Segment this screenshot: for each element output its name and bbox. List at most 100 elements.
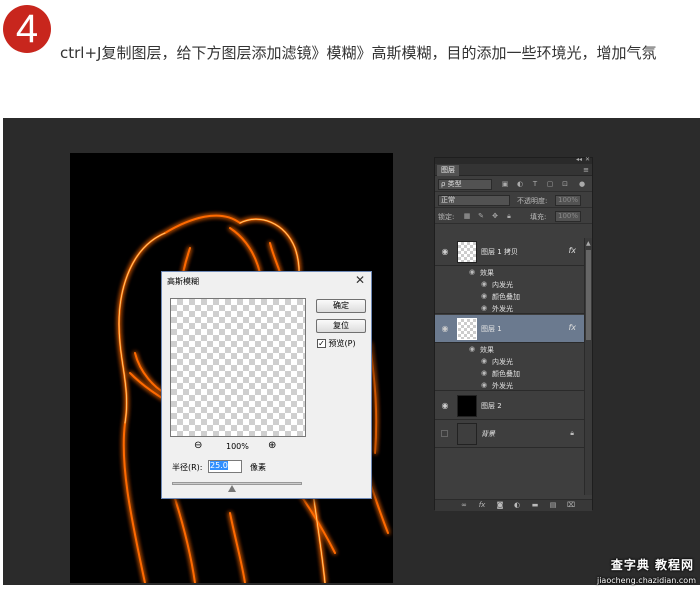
fx-icon[interactable]: fx bbox=[568, 246, 576, 255]
gaussian-blur-dialog: 高斯模糊 ✕ ⊖ 100% ⊕ 确定 复位 ✓ 预览(P) 半径(R): 25.… bbox=[161, 271, 372, 499]
close-icon[interactable]: ✕ bbox=[353, 273, 367, 287]
fx-icon[interactable]: fx bbox=[477, 501, 487, 509]
layers-panel: ◂◂ ✕ 图层 ≡ ρ 类型 ▣ ◐ T ▢ ⊡ ● 正常 不透明度: 100% bbox=[434, 156, 593, 511]
radius-unit: 像素 bbox=[250, 463, 266, 472]
layer-row[interactable]: ◉ 图层 2 bbox=[435, 392, 584, 420]
adjustment-filter-icon[interactable]: ◐ bbox=[516, 180, 524, 188]
scroll-up-icon[interactable]: ▲ bbox=[586, 240, 591, 247]
zoom-controls: ⊖ 100% ⊕ bbox=[194, 440, 284, 454]
fill-input[interactable]: 100% bbox=[555, 211, 581, 222]
layer-name: 图层 1 拷贝 bbox=[481, 248, 518, 256]
step-number-badge: 4 bbox=[3, 5, 51, 53]
eye-icon[interactable]: ◉ bbox=[481, 304, 487, 312]
collapse-icon[interactable]: ◂◂ bbox=[576, 156, 582, 163]
effects-header-row[interactable]: ◉ 效果 bbox=[435, 343, 584, 355]
watermark-url: jiaocheng.chazidian.com bbox=[596, 576, 696, 585]
opacity-label: 不透明度: bbox=[517, 197, 548, 205]
layers-list: ◉ 图层 1 拷贝 fx ◉ 效果 ◉ 内发光 ◉ 颜色叠加 ◉ 外发光 ◉ 图… bbox=[435, 238, 584, 495]
layer-row-background[interactable]: 背景 🔒︎ bbox=[435, 420, 584, 448]
group-icon[interactable]: ▬ bbox=[530, 501, 540, 509]
radius-slider-track[interactable] bbox=[172, 482, 302, 485]
effects-label: 效果 bbox=[480, 346, 494, 354]
effect-row[interactable]: ◉ 外发光 bbox=[435, 379, 584, 391]
filter-toggle-icon[interactable]: ● bbox=[578, 180, 586, 188]
blend-row: 正常 不透明度: 100% bbox=[435, 193, 592, 208]
scroll-thumb[interactable] bbox=[586, 250, 591, 340]
effect-row[interactable]: ◉ 内发光 bbox=[435, 278, 584, 290]
zoom-in-icon[interactable]: ⊕ bbox=[268, 440, 276, 451]
layer-filter-select[interactable]: ρ 类型 bbox=[438, 179, 492, 190]
eye-icon[interactable]: ◉ bbox=[440, 248, 450, 256]
lock-label: 锁定: bbox=[438, 213, 455, 221]
layer-thumbnail bbox=[457, 423, 477, 445]
panel-menu-icon[interactable]: ≡ bbox=[583, 166, 589, 174]
effect-name: 外发光 bbox=[492, 305, 513, 313]
layer-row[interactable]: ◉ 图层 1 拷贝 fx bbox=[435, 238, 584, 266]
new-layer-icon[interactable]: ▤ bbox=[548, 501, 558, 509]
zoom-out-icon[interactable]: ⊖ bbox=[194, 440, 202, 451]
filter-row: ρ 类型 ▣ ◐ T ▢ ⊡ ● bbox=[435, 177, 592, 192]
opacity-input[interactable]: 100% bbox=[555, 195, 581, 206]
eye-icon[interactable]: ◉ bbox=[481, 280, 487, 288]
effect-row[interactable]: ◉ 外发光 bbox=[435, 302, 584, 314]
eye-icon[interactable]: ◉ bbox=[469, 345, 475, 353]
photoshop-workspace: 高斯模糊 ✕ ⊖ 100% ⊕ 确定 复位 ✓ 预览(P) 半径(R): 25.… bbox=[3, 118, 700, 585]
lock-transparent-icon[interactable]: ▦ bbox=[463, 212, 471, 220]
eye-icon[interactable]: ◉ bbox=[481, 381, 487, 389]
radius-input[interactable]: 25.0 bbox=[208, 460, 242, 473]
radius-row: 半径(R): 25.0 像素 bbox=[172, 460, 362, 474]
layer-name: 背景 bbox=[481, 430, 495, 438]
smart-object-filter-icon[interactable]: ⊡ bbox=[561, 180, 569, 188]
eye-icon[interactable]: ◉ bbox=[469, 268, 475, 276]
reset-button[interactable]: 复位 bbox=[316, 319, 366, 333]
eye-icon[interactable]: ◉ bbox=[481, 357, 487, 365]
opacity-value: 100% bbox=[558, 196, 579, 204]
visibility-toggle-off[interactable] bbox=[441, 430, 448, 437]
layer-row-selected[interactable]: ◉ 图层 1 fx bbox=[435, 315, 584, 343]
fill-value: 100% bbox=[558, 212, 579, 220]
effects-label: 效果 bbox=[480, 269, 494, 277]
radius-label: 半径(R): bbox=[172, 463, 203, 472]
eye-icon[interactable]: ◉ bbox=[481, 292, 487, 300]
blend-mode-select[interactable]: 正常 bbox=[438, 195, 510, 206]
radius-slider-thumb[interactable] bbox=[228, 485, 236, 492]
preview-checkbox[interactable]: ✓ bbox=[317, 339, 326, 348]
tutorial-step: 4 ctrl+J复制图层，给下方图层添加滤镜》模糊》高斯模糊，目的添加一些环境光… bbox=[0, 0, 700, 589]
ok-button[interactable]: 确定 bbox=[316, 299, 366, 313]
tab-layers[interactable]: 图层 bbox=[437, 165, 459, 176]
layer-thumbnail bbox=[457, 318, 477, 340]
panel-tabbar: 图层 ≡ bbox=[435, 164, 592, 176]
layer-thumbnail bbox=[457, 395, 477, 417]
preview-checkbox-label: 预览(P) bbox=[328, 339, 356, 348]
effect-name: 颜色叠加 bbox=[492, 293, 520, 301]
pixel-filter-icon[interactable]: ▣ bbox=[501, 180, 509, 188]
layer-thumbnail bbox=[457, 241, 477, 263]
watermark-main: 查字典 教程网 bbox=[610, 558, 694, 572]
effects-header-row[interactable]: ◉ 效果 bbox=[435, 266, 584, 278]
link-icon[interactable]: ∞ bbox=[459, 501, 469, 509]
effect-row[interactable]: ◉ 颜色叠加 bbox=[435, 290, 584, 302]
layer-name: 图层 1 bbox=[481, 325, 502, 333]
lock-image-icon[interactable]: ✎ bbox=[477, 212, 485, 220]
effect-row[interactable]: ◉ 内发光 bbox=[435, 355, 584, 367]
fx-icon[interactable]: fx bbox=[568, 323, 576, 332]
type-filter-icon[interactable]: T bbox=[531, 180, 539, 188]
mask-icon[interactable]: ◙ bbox=[495, 501, 505, 509]
eye-icon[interactable]: ◉ bbox=[440, 402, 450, 410]
site-watermark: 查字典 教程网 jiaocheng.chazidian.com bbox=[560, 548, 700, 588]
blur-preview-area[interactable] bbox=[170, 298, 306, 437]
preview-checkbox-row[interactable]: ✓ 预览(P) bbox=[317, 338, 356, 350]
eye-icon[interactable]: ◉ bbox=[481, 369, 487, 377]
dialog-title: 高斯模糊 bbox=[167, 277, 199, 286]
lock-position-icon[interactable]: ✥ bbox=[491, 212, 499, 220]
shape-filter-icon[interactable]: ▢ bbox=[546, 180, 554, 188]
layer-name: 图层 2 bbox=[481, 402, 502, 410]
panel-close-icon[interactable]: ✕ bbox=[585, 156, 590, 163]
panel-bottom-toolbar: ∞ fx ◙ ◐ ▬ ▤ ⌧ bbox=[435, 499, 592, 511]
layers-scrollbar[interactable]: ▲ bbox=[584, 238, 592, 495]
lock-all-icon[interactable]: 🔒︎ bbox=[505, 212, 513, 220]
trash-icon[interactable]: ⌧ bbox=[566, 501, 576, 509]
adjustment-icon[interactable]: ◐ bbox=[512, 501, 522, 509]
eye-icon[interactable]: ◉ bbox=[440, 325, 450, 333]
effect-row[interactable]: ◉ 颜色叠加 bbox=[435, 367, 584, 379]
